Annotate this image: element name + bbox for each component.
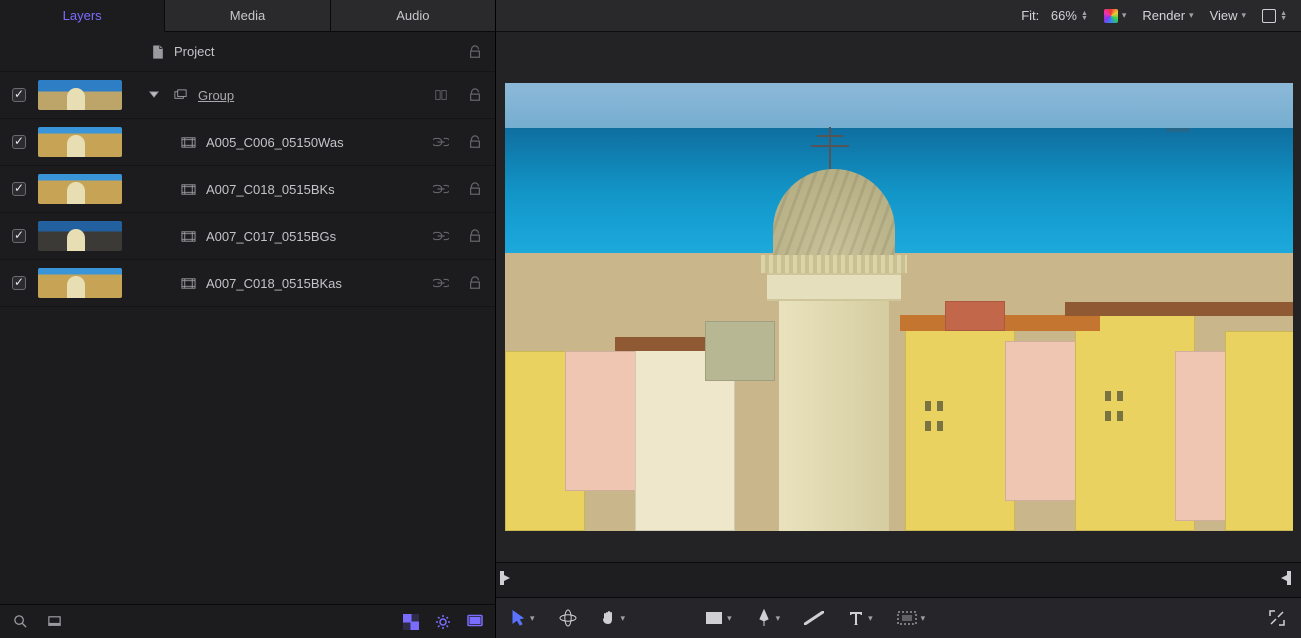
checker-icon[interactable] [403, 614, 419, 630]
project-label: Project [174, 44, 459, 59]
tab-audio[interactable]: Audio [331, 0, 495, 32]
visibility-checkbox[interactable] [8, 182, 30, 196]
3d-transform-tool[interactable] [559, 609, 577, 627]
visibility-checkbox[interactable] [8, 88, 30, 102]
render-label: Render [1142, 8, 1185, 23]
fit-value: 66% [1051, 8, 1077, 23]
group-thumbnail [38, 80, 122, 110]
tab-layers[interactable]: Layers [0, 0, 165, 32]
link-icon[interactable] [433, 134, 449, 150]
view-menu[interactable]: View ▾ [1210, 8, 1246, 23]
lock-icon[interactable] [467, 87, 483, 103]
preview-canvas[interactable] [505, 83, 1293, 531]
tab-media[interactable]: Media [165, 0, 330, 32]
lock-icon[interactable] [467, 275, 483, 291]
disclosure-triangle-icon[interactable] [146, 87, 162, 103]
layer-name[interactable]: A007_C018_0515BKs [206, 182, 425, 197]
gear-icon[interactable] [435, 614, 451, 630]
frame-icon[interactable] [46, 614, 62, 630]
layer-row[interactable]: A005_C006_05150Was [0, 119, 495, 166]
search-icon[interactable] [12, 614, 28, 630]
pan-tool[interactable]: ▾ [601, 609, 626, 627]
filmstrip-icon [180, 228, 196, 244]
group-icon [172, 87, 188, 103]
filmstrip-icon [180, 181, 196, 197]
layer-name[interactable]: A005_C006_05150Was [206, 135, 425, 150]
lock-icon[interactable] [467, 181, 483, 197]
render-menu[interactable]: Render ▾ [1142, 8, 1193, 23]
visibility-checkbox[interactable] [8, 276, 30, 290]
layer-name[interactable]: A007_C018_0515BKas [206, 276, 425, 291]
chevron-down-icon: ▾ [1242, 10, 1247, 21]
out-point-icon[interactable] [1281, 571, 1291, 585]
mini-timeline[interactable] [496, 562, 1301, 598]
fit-label: Fit: [1021, 8, 1039, 23]
layout-menu[interactable]: ▲▼ [1262, 9, 1287, 23]
layer-name[interactable]: A007_C017_0515BGs [206, 229, 425, 244]
layers-panel: Layers Media Audio Project [0, 0, 496, 638]
paint-stroke-tool[interactable] [804, 611, 824, 625]
sidebar-footer [0, 604, 495, 638]
fullscreen-toggle[interactable] [1269, 610, 1285, 626]
layout-icon [1262, 9, 1276, 23]
layer-thumbnail [38, 127, 122, 157]
color-swatch-icon [1104, 9, 1118, 23]
link-icon[interactable] [433, 181, 449, 197]
chevron-down-icon: ▾ [921, 613, 926, 624]
chevron-down-icon: ▾ [621, 613, 626, 624]
fit-control[interactable]: Fit: 66% ▲▼ [1021, 8, 1088, 23]
chevron-down-icon: ▾ [727, 613, 732, 624]
layer-thumbnail [38, 268, 122, 298]
chevron-down-icon: ▾ [530, 613, 535, 624]
lock-icon[interactable] [467, 228, 483, 244]
visibility-checkbox[interactable] [8, 229, 30, 243]
group-row[interactable]: Group [0, 72, 495, 119]
chevron-down-icon: ▾ [776, 613, 781, 624]
in-point-icon[interactable] [500, 571, 510, 585]
color-channel-menu[interactable]: ▾ [1104, 9, 1127, 23]
canvas-area: Fit: 66% ▲▼ ▾ Render ▾ View ▾ ▲▼ [496, 0, 1301, 638]
lock-icon[interactable] [467, 134, 483, 150]
select-tool[interactable]: ▾ [512, 610, 535, 626]
mask-tool[interactable]: ▾ [897, 611, 926, 625]
sidebar-tabs: Layers Media Audio [0, 0, 495, 32]
layer-thumbnail [38, 174, 122, 204]
text-tool[interactable]: ▾ [848, 610, 873, 626]
canvas-tools: ▾ ▾ ▾ ▾ ▾ [496, 598, 1301, 638]
group-label[interactable]: Group [198, 88, 425, 103]
rectangle-tool[interactable]: ▾ [705, 611, 732, 625]
lock-icon[interactable] [467, 44, 483, 60]
link-icon[interactable] [433, 275, 449, 291]
layer-row[interactable]: A007_C018_0515BKs [0, 166, 495, 213]
stepper-icon[interactable]: ▲▼ [1280, 11, 1287, 21]
layer-row[interactable]: A007_C017_0515BGs [0, 213, 495, 260]
document-icon [150, 44, 166, 60]
stepper-icon[interactable]: ▲▼ [1081, 11, 1088, 21]
pass-through-icon[interactable] [433, 87, 449, 103]
filmstrip-icon [180, 275, 196, 291]
link-icon[interactable] [433, 228, 449, 244]
layer-list: Project Group [0, 32, 495, 604]
screen-icon[interactable] [467, 614, 483, 630]
layer-row[interactable]: A007_C018_0515BKas [0, 260, 495, 307]
filmstrip-icon [180, 134, 196, 150]
canvas-toolbar: Fit: 66% ▲▼ ▾ Render ▾ View ▾ ▲▼ [496, 0, 1301, 32]
chevron-down-icon: ▾ [1189, 10, 1194, 21]
chevron-down-icon: ▾ [1122, 10, 1127, 21]
chevron-down-icon: ▾ [868, 613, 873, 624]
pen-tool[interactable]: ▾ [756, 609, 781, 627]
layer-thumbnail [38, 221, 122, 251]
project-row[interactable]: Project [0, 32, 495, 72]
view-label: View [1210, 8, 1238, 23]
visibility-checkbox[interactable] [8, 135, 30, 149]
